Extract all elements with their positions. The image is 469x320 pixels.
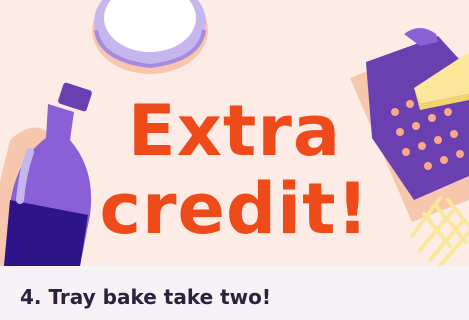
card-title[interactable]: 4. Tray bake take two! bbox=[20, 285, 271, 309]
headline-line-2: credit! bbox=[99, 168, 370, 250]
hero-image: Extra credit! bbox=[0, 0, 469, 266]
recipe-card[interactable]: Extra credit! 4. Tray bake take two! bbox=[0, 0, 469, 320]
measuring-jug-icon bbox=[92, 0, 208, 74]
headline-line-1: Extra bbox=[127, 90, 342, 172]
